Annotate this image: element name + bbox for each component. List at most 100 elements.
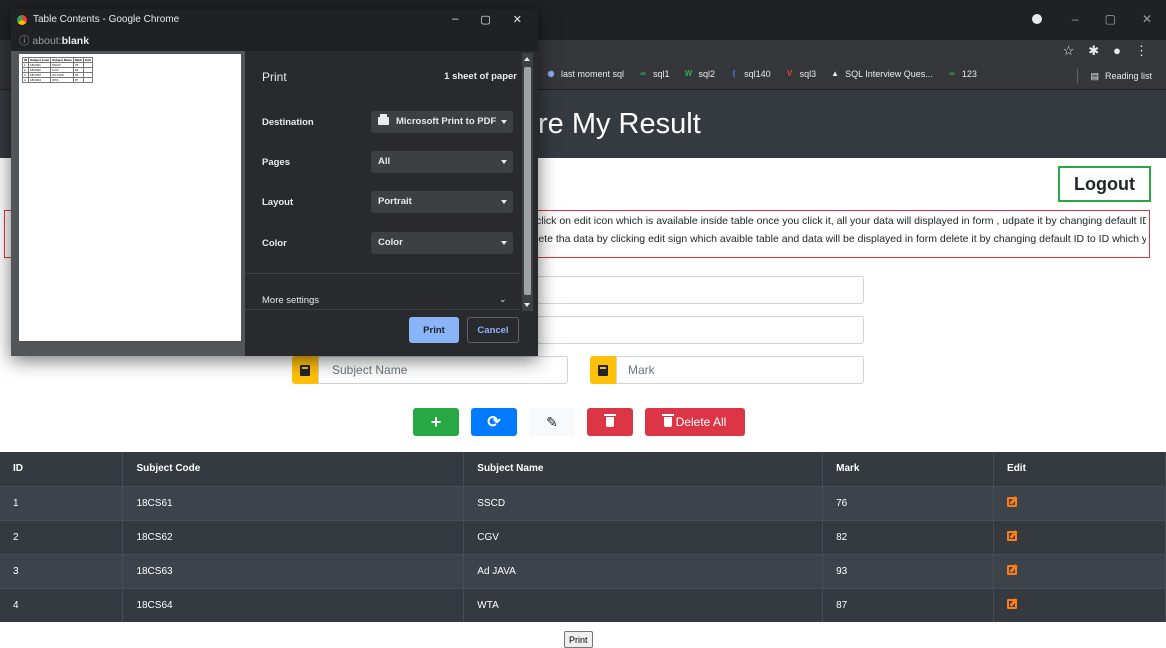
print-button[interactable]: Print bbox=[409, 317, 459, 343]
bookmark-label: sql140 bbox=[744, 69, 771, 79]
edit-button[interactable]: ✎ bbox=[529, 408, 575, 436]
sheet-count: 1 sheet of paper bbox=[444, 71, 517, 82]
popup-url-bar: ⓘ about:blank bbox=[11, 31, 538, 51]
reading-list-button[interactable]: ▤ Reading list bbox=[1077, 69, 1152, 83]
dots-icon: ∞ bbox=[948, 69, 955, 78]
refresh-button[interactable]: ⟳ bbox=[471, 408, 517, 436]
minimize-icon[interactable]: – bbox=[1072, 12, 1079, 26]
chevron-down-icon[interactable]: ⌄ bbox=[499, 294, 507, 305]
popup-titlebar: Table Contents - Google Chrome – ▢ ✕ bbox=[11, 9, 538, 31]
close-icon[interactable]: ✕ bbox=[513, 13, 522, 26]
cell-edit bbox=[993, 485, 1166, 520]
bookmark-item[interactable]: Vsql3 bbox=[785, 69, 817, 79]
cell-subject-code: 18CS64 bbox=[122, 587, 465, 622]
notice-text: click on edit icon which is available in… bbox=[536, 212, 1146, 248]
destination-label: Destination bbox=[262, 117, 314, 128]
destination-value: Microsoft Print to PDF bbox=[396, 116, 497, 127]
cell-mark: 93 bbox=[822, 553, 995, 588]
logout-button[interactable]: Logout bbox=[1058, 166, 1151, 202]
pages-value: All bbox=[378, 156, 391, 167]
layout-select[interactable]: Portrait bbox=[371, 191, 513, 213]
chevron-down-icon bbox=[501, 200, 507, 204]
menu-icon[interactable]: ⋮ bbox=[1135, 43, 1148, 59]
header-edit: Edit bbox=[993, 452, 1166, 486]
pages-label: Pages bbox=[262, 157, 290, 168]
notice-line-2: lete tha data by clicking edit sign whic… bbox=[536, 233, 1146, 245]
header-id: ID bbox=[0, 452, 124, 486]
close-icon[interactable]: ✕ bbox=[1142, 12, 1152, 26]
window-controls: – ▢ ✕ bbox=[1072, 12, 1152, 26]
notice-line-1: click on edit icon which is available in… bbox=[536, 215, 1146, 227]
divider bbox=[245, 273, 520, 274]
bookmark-list: ◉ last moment sql ∞ sql1 Wsql2 (sql140 Vsql3 ▲ S… bbox=[546, 69, 977, 79]
v-icon: V bbox=[786, 69, 793, 78]
cell-edit bbox=[993, 587, 1166, 622]
action-buttons: + ⟳ ✎ Delete All bbox=[413, 408, 745, 436]
table-row: 4 18CS64 WTA 87 bbox=[0, 587, 1166, 622]
page-title: re My Result bbox=[538, 108, 701, 140]
preview-table: ID Subject Code Subject Name Mark Edit 1 18CS6… bbox=[22, 57, 93, 83]
subject-name-placeholder: Subject Name bbox=[332, 363, 408, 377]
header-mark: Mark bbox=[822, 452, 995, 486]
scrollbar-thumb[interactable] bbox=[524, 67, 531, 295]
cell-id: 1 bbox=[0, 485, 124, 520]
print-preview-page: ID Subject Code Subject Name Mark Edit 1 18CS6… bbox=[19, 54, 241, 341]
minimize-icon[interactable]: – bbox=[452, 13, 458, 26]
chevron-down-icon bbox=[501, 120, 507, 124]
toolbar-icons: ☆ ✱ ● ⋮ bbox=[1063, 43, 1148, 59]
edit-icon[interactable] bbox=[1007, 564, 1018, 575]
divider bbox=[245, 309, 520, 310]
edit-icon[interactable] bbox=[1007, 598, 1018, 609]
preview-cell: WTA bbox=[50, 77, 75, 83]
cell-edit bbox=[993, 519, 1166, 554]
color-label: Color bbox=[262, 238, 287, 249]
mountain-icon: ▲ bbox=[831, 69, 840, 78]
chevron-down-icon bbox=[501, 160, 507, 164]
edit-icon[interactable] bbox=[1007, 530, 1018, 541]
maximize-icon[interactable]: ▢ bbox=[1105, 12, 1116, 26]
record-icon[interactable] bbox=[1032, 14, 1042, 24]
print-dialog: ID Subject Code Subject Name Mark Edit 1 18CS6… bbox=[11, 51, 538, 356]
pages-select[interactable]: All bbox=[371, 151, 513, 173]
page-print-button[interactable]: Print bbox=[564, 631, 593, 648]
cancel-button[interactable]: Cancel bbox=[467, 317, 519, 343]
more-settings-toggle[interactable]: More settings bbox=[262, 295, 319, 306]
edit-icon[interactable] bbox=[1007, 496, 1018, 507]
reading-list-icon: ▤ bbox=[1090, 70, 1099, 81]
bookmark-item[interactable]: Wsql2 bbox=[684, 69, 715, 79]
printer-icon bbox=[378, 114, 389, 125]
cell-subject-code: 18CS61 bbox=[122, 485, 465, 520]
extensions-icon[interactable]: ✱ bbox=[1088, 43, 1099, 59]
maximize-icon[interactable]: ▢ bbox=[480, 13, 490, 26]
cell-mark: 87 bbox=[822, 587, 995, 622]
book-icon bbox=[292, 356, 318, 384]
settings-scrollbar[interactable] bbox=[522, 53, 533, 311]
cell-mark: 76 bbox=[822, 485, 995, 520]
info-icon: ⓘ bbox=[19, 35, 30, 47]
scroll-down-icon[interactable] bbox=[524, 303, 530, 307]
separator bbox=[1077, 69, 1079, 83]
add-button[interactable]: + bbox=[413, 408, 459, 436]
trash-icon bbox=[604, 414, 616, 427]
destination-select[interactable]: Microsoft Print to PDF bbox=[371, 111, 513, 133]
print-title: Print bbox=[262, 70, 287, 84]
bookmark-item[interactable]: ◉ last moment sql bbox=[546, 69, 625, 79]
delete-button[interactable] bbox=[587, 408, 633, 436]
star-icon[interactable]: ☆ bbox=[1063, 43, 1075, 59]
bookmark-item[interactable]: (sql140 bbox=[729, 69, 771, 79]
bookmark-item[interactable]: ∞ sql1 bbox=[638, 69, 669, 79]
avatar[interactable]: ● bbox=[1113, 43, 1121, 59]
bookmark-label: sql3 bbox=[799, 69, 817, 79]
chrome-icon bbox=[17, 15, 27, 25]
delete-all-button[interactable]: Delete All bbox=[645, 408, 745, 436]
layout-label: Layout bbox=[262, 197, 294, 208]
bookmark-item[interactable]: ▲ SQL Interview Ques... bbox=[830, 69, 933, 79]
url-bold: blank bbox=[61, 35, 90, 47]
delete-all-label: Delete All bbox=[675, 415, 727, 429]
bookmark-item[interactable]: ∞ 123 bbox=[947, 69, 977, 79]
scroll-up-icon[interactable] bbox=[524, 57, 530, 61]
color-select[interactable]: Color bbox=[371, 232, 513, 254]
cell-id: 4 bbox=[0, 587, 124, 622]
table-row: 3 18CS63 Ad JAVA 93 bbox=[0, 553, 1166, 588]
cell-edit bbox=[993, 553, 1166, 588]
